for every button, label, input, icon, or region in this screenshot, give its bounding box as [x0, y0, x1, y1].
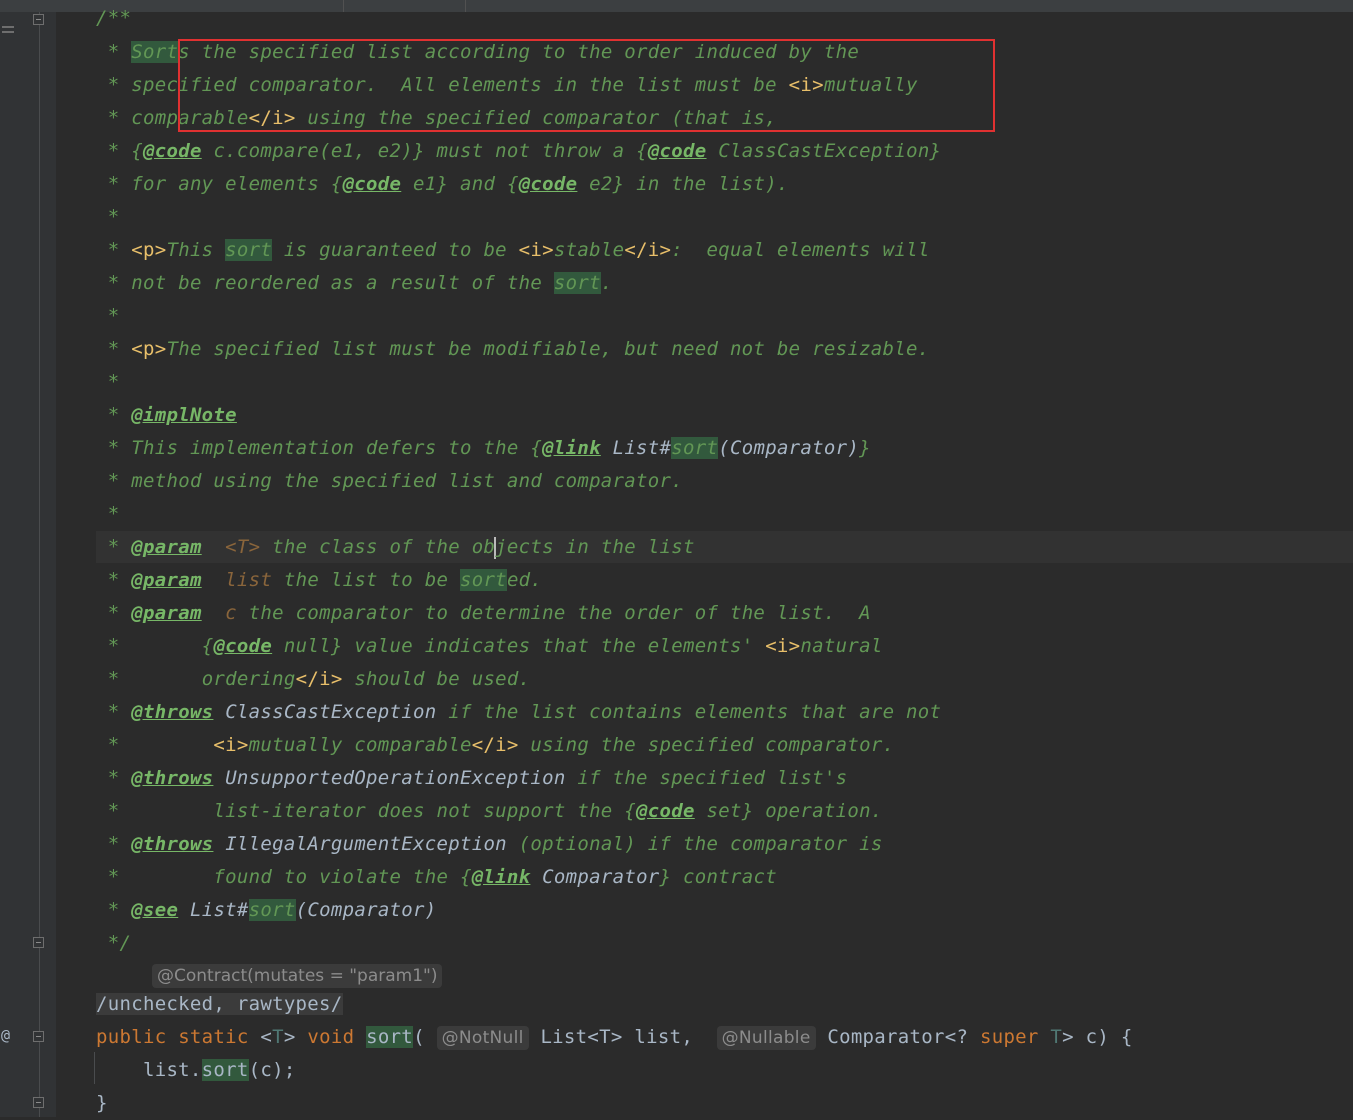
fold-icon[interactable] — [33, 937, 44, 948]
code-line: * — [107, 206, 120, 228]
search-match: Sort — [131, 41, 179, 63]
doc-tag: @param — [131, 569, 202, 591]
search-match: sort — [459, 569, 507, 591]
search-match: sort — [248, 899, 296, 921]
code-line: * for any elements {@code e1} and {@code… — [107, 173, 789, 195]
method-body-line: list.sort(c); — [142, 1059, 296, 1081]
search-match: sort — [553, 272, 601, 294]
contract-inlay-row: @Contract(mutates = "param1") — [152, 964, 443, 988]
contract-inlay-hint[interactable]: @Contract(mutates = "param1") — [152, 964, 443, 988]
code-line: /unchecked, rawtypes/ — [96, 988, 343, 1021]
code-line: * <p>The specified list must be modifiab… — [107, 338, 930, 360]
suppress-warnings-hint[interactable]: /unchecked, rawtypes/ — [96, 993, 343, 1015]
search-match: sort — [201, 1059, 249, 1081]
doc-tag: @code — [518, 173, 578, 195]
code-line: * @see List#sort(Comparator) — [107, 899, 437, 921]
fold-icon[interactable] — [33, 1031, 44, 1042]
fold-icon[interactable] — [33, 14, 44, 25]
code-line: * found to violate the {@link Comparator… — [107, 866, 777, 888]
doc-tag: @param — [131, 602, 202, 624]
doc-tag: @link — [542, 437, 601, 459]
method-name: sort — [366, 1026, 414, 1048]
fold-icon[interactable] — [33, 1097, 44, 1108]
editor-gutter — [0, 12, 56, 1117]
doc-tag: @see — [131, 899, 179, 921]
code-line: * list-iterator does not support the {@c… — [107, 800, 883, 822]
code-line: * {@code c.compare(e1, e2)} must not thr… — [107, 140, 942, 162]
doc-tag: @code — [636, 800, 695, 822]
search-match: sort — [225, 239, 273, 261]
code-line: * method using the specified list and co… — [107, 470, 683, 492]
doc-tag: @link — [471, 866, 531, 888]
override-icon[interactable]: @ — [1, 1026, 10, 1044]
code-line: * — [107, 371, 120, 393]
doc-tag: @implNote — [131, 404, 237, 426]
code-line: * <p>This sort is guaranteed to be <i>st… — [107, 239, 930, 261]
doc-tag: @code — [213, 635, 273, 657]
code-line: * @throws IllegalArgumentException (opti… — [107, 833, 883, 855]
method-signature: public static <T> void sort( @NotNull Li… — [96, 1025, 1133, 1050]
code-line: * @param c the comparator to determine t… — [107, 602, 871, 624]
code-line: * ordering</i> should be used. — [107, 668, 531, 690]
doc-tag: @param — [131, 536, 202, 558]
code-line: * — [107, 305, 120, 327]
code-line: * {@code null} value indicates that the … — [107, 635, 883, 657]
code-line: * This implementation defers to the {@li… — [107, 437, 871, 459]
code-line: * not be reordered as a result of the so… — [107, 272, 613, 294]
code-line: /** — [96, 7, 132, 29]
code-line: * @param list the list to be sorted. — [107, 569, 543, 591]
code-editor[interactable]: /** * Sorts the specified list according… — [56, 0, 1353, 1117]
code-line: * — [107, 503, 120, 525]
code-line: } — [96, 1092, 108, 1114]
doc-tag: @code — [342, 173, 402, 195]
notnull-inlay-hint[interactable]: @NotNull — [436, 1025, 529, 1050]
doc-tag: @throws — [131, 767, 214, 789]
code-line: * @param <T> the class of the objects in… — [107, 536, 695, 559]
fold-guide — [39, 12, 40, 1117]
code-line: * @throws UnsupportedOperationException … — [107, 767, 848, 789]
doc-tag: @code — [647, 140, 707, 162]
doc-tag: @throws — [131, 833, 214, 855]
nullable-inlay-hint[interactable]: @Nullable — [716, 1025, 816, 1050]
code-line: * @implNote — [107, 404, 237, 426]
annotation-highlight-box — [178, 39, 995, 132]
doc-tag: @code — [143, 140, 202, 162]
code-line: */ — [107, 932, 132, 954]
code-line: * @throws ClassCastException if the list… — [107, 701, 942, 723]
search-match: sort — [671, 437, 719, 459]
structure-icon[interactable] — [2, 26, 14, 28]
indent-guide — [94, 1052, 95, 1084]
doc-tag: @throws — [131, 701, 214, 723]
code-line: * <i>mutually comparable</i> using the s… — [107, 734, 895, 756]
